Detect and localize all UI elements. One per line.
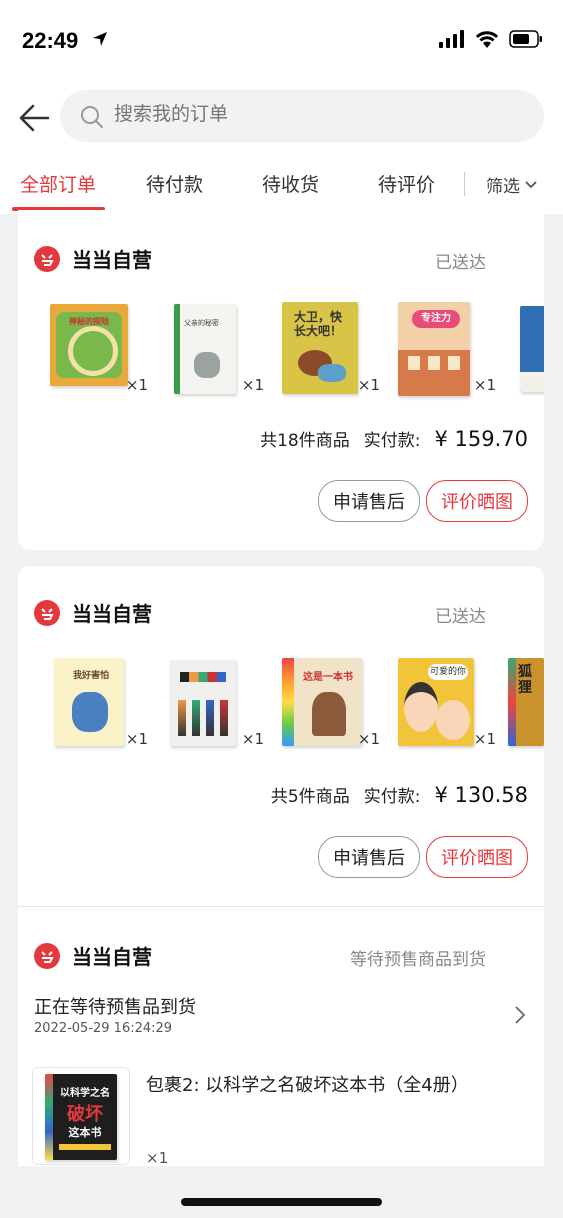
- shop-name: 当当自营: [72, 945, 152, 969]
- item-thumbnail[interactable]: ×1: [164, 652, 264, 752]
- shop-name: 当当自营: [72, 248, 152, 272]
- filter-button[interactable]: 筛选: [486, 172, 538, 197]
- item-count: 共5件商品: [270, 787, 350, 807]
- order-summary: 共18件商品 实付款: ¥ 159.70: [260, 426, 528, 451]
- package-thumbnail[interactable]: 以科学之名 破坏 这本书: [32, 1067, 130, 1165]
- tab-divider: [464, 172, 465, 196]
- search-box[interactable]: [60, 90, 544, 142]
- book-cover: [170, 660, 236, 746]
- item-thumbnails[interactable]: 神秘的探险 ×1 父亲的秘密 ×1 大卫，快长大吧！ ×1 专注力 ×1: [18, 298, 544, 408]
- filter-label: 筛选: [486, 177, 520, 197]
- wifi-icon: [475, 31, 499, 48]
- item-qty: ×1: [241, 730, 264, 748]
- book-cover: 父亲的秘密: [174, 304, 236, 394]
- search-icon: [81, 106, 103, 128]
- back-button[interactable]: [14, 98, 54, 138]
- paid-label: 实付款:: [363, 431, 421, 451]
- book-cover: 专注力: [398, 302, 470, 396]
- shop-name: 当当自营: [72, 602, 152, 626]
- paid-amount: ¥ 130.58: [434, 783, 528, 807]
- bottom-bar: [0, 1166, 563, 1218]
- item-thumbnail[interactable]: [516, 298, 544, 398]
- location-arrow-icon: [93, 32, 107, 46]
- tab-all-orders[interactable]: 全部订单: [20, 170, 96, 197]
- item-qty: ×1: [473, 730, 496, 748]
- home-indicator[interactable]: [181, 1198, 382, 1206]
- package-title[interactable]: 包裹2: 以科学之名破坏这本书（全4册）: [146, 1071, 469, 1097]
- item-qty: ×1: [241, 376, 264, 394]
- presale-status-time: 2022-05-29 16:24:29: [34, 1021, 173, 1036]
- status-bar: 22:49: [0, 0, 563, 80]
- item-qty: ×1: [357, 730, 380, 748]
- tab-pending-receipt[interactable]: 待收货: [262, 170, 319, 197]
- order-summary: 共5件商品 实付款: ¥ 130.58: [271, 782, 528, 807]
- order-card[interactable]: 当当自营 已送达 神秘的探险 ×1 父亲的秘密 ×1 大卫，快长大吧！ ×1 专…: [18, 210, 544, 550]
- presale-status-row[interactable]: 正在等待预售品到货 2022-05-29 16:24:29: [18, 987, 544, 1047]
- search-input[interactable]: [112, 102, 516, 126]
- back-arrow-icon: [19, 104, 50, 132]
- item-qty: ×1: [473, 376, 496, 394]
- cellular-signal-icon: [439, 30, 464, 48]
- order-status: 等待预售商品到货: [350, 950, 486, 970]
- book-cover: 以科学之名 破坏 这本书: [45, 1074, 117, 1160]
- book-cover: [520, 306, 544, 392]
- after-sale-button[interactable]: 申请售后: [318, 836, 420, 878]
- dangdang-logo: [34, 599, 60, 626]
- review-button[interactable]: 评价晒图: [426, 836, 528, 878]
- order-tabs: 全部订单 待付款 待收货 待评价 筛选: [0, 158, 563, 214]
- package-qty: ×1: [146, 1149, 169, 1167]
- order-status: 已送达: [435, 607, 486, 627]
- after-sale-button[interactable]: 申请售后: [318, 480, 420, 522]
- item-thumbnail[interactable]: 这是一本书 ×1: [280, 652, 380, 752]
- item-thumbnail[interactable]: 狐狸: [508, 652, 544, 752]
- item-thumbnail[interactable]: 可爱的你 ×1: [396, 652, 496, 752]
- paid-label: 实付款:: [363, 787, 421, 807]
- order-card[interactable]: 当当自营 已送达 我好害怕 ×1 ×1 这是一本书 ×1 可爱的你 ×1 狐狸 …: [18, 566, 544, 906]
- book-cover: 可爱的你: [398, 658, 474, 746]
- item-thumbnails[interactable]: 我好害怕 ×1 ×1 这是一本书 ×1 可爱的你 ×1 狐狸: [18, 652, 544, 762]
- dangdang-logo-icon: [41, 950, 54, 963]
- book-cover: 大卫，快长大吧！: [282, 302, 358, 394]
- tab-pending-review[interactable]: 待评价: [378, 170, 435, 197]
- item-qty: ×1: [125, 730, 148, 748]
- item-count: 共18件商品: [260, 431, 350, 451]
- dangdang-logo: [34, 245, 60, 272]
- item-qty: ×1: [125, 376, 148, 394]
- item-thumbnail[interactable]: 大卫，快长大吧！ ×1: [280, 298, 380, 398]
- item-thumbnail[interactable]: 父亲的秘密 ×1: [164, 298, 264, 398]
- chevron-right-icon: [515, 1006, 526, 1024]
- status-time: 22:49: [22, 28, 79, 53]
- book-cover: 我好害怕: [54, 658, 124, 746]
- item-thumbnail[interactable]: 神秘的探险 ×1: [48, 298, 148, 398]
- header: [0, 80, 563, 158]
- item-thumbnail[interactable]: 专注力 ×1: [396, 298, 496, 398]
- book-cover: 神秘的探险: [50, 304, 128, 386]
- presale-status-title: 正在等待预售品到货: [34, 997, 196, 1018]
- dangdang-logo-icon: [41, 253, 54, 266]
- battery-icon: [509, 30, 542, 48]
- dangdang-logo: [34, 942, 60, 969]
- paid-amount: ¥ 159.70: [434, 427, 528, 451]
- item-thumbnail[interactable]: 我好害怕 ×1: [48, 652, 148, 752]
- review-button[interactable]: 评价晒图: [426, 480, 528, 522]
- dangdang-logo-icon: [41, 607, 54, 620]
- tab-pending-payment[interactable]: 待付款: [146, 170, 203, 197]
- item-qty: ×1: [357, 376, 380, 394]
- order-status: 已送达: [435, 253, 486, 273]
- order-card[interactable]: 当当自营 等待预售商品到货 正在等待预售品到货 2022-05-29 16:24…: [18, 907, 544, 1167]
- chevron-down-icon: [525, 180, 537, 188]
- book-cover: 狐狸: [508, 658, 544, 746]
- book-cover: 这是一本书: [282, 658, 362, 746]
